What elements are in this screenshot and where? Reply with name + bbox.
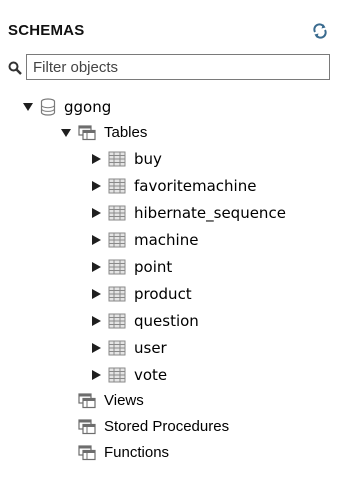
- folder-icon: [78, 393, 96, 409]
- refresh-icon[interactable]: [312, 23, 328, 39]
- table-name-label: question: [134, 312, 199, 330]
- table-item[interactable]: question: [90, 308, 199, 334]
- views-label: Views: [104, 392, 144, 409]
- collapsed-arrow-icon[interactable]: [90, 369, 102, 381]
- table-name-label: vote: [134, 366, 168, 384]
- collapsed-arrow-icon[interactable]: [90, 234, 102, 246]
- tree-item-functions[interactable]: Functions: [78, 440, 169, 466]
- table-item[interactable]: point: [90, 254, 172, 280]
- collapsed-arrow-icon[interactable]: [90, 180, 102, 192]
- table-icon: [108, 313, 126, 329]
- table-item[interactable]: buy: [90, 146, 162, 172]
- schemas-panel: SCHEMAS ggong: [0, 0, 340, 498]
- table-name-label: product: [134, 285, 192, 303]
- tree-item-views[interactable]: Views: [78, 388, 144, 414]
- collapsed-arrow-icon[interactable]: [90, 153, 102, 165]
- table-name-label: buy: [134, 150, 162, 168]
- schema-name-label: ggong: [64, 98, 112, 116]
- table-name-label: favoritemachine: [134, 177, 257, 195]
- collapsed-arrow-icon[interactable]: [90, 315, 102, 327]
- collapsed-arrow-icon[interactable]: [90, 207, 102, 219]
- table-icon: [108, 205, 126, 221]
- functions-label: Functions: [104, 444, 170, 461]
- table-item[interactable]: machine: [90, 227, 198, 253]
- expanded-arrow-icon[interactable]: [22, 101, 34, 113]
- tables-label: Tables: [104, 124, 148, 141]
- collapsed-arrow-icon[interactable]: [90, 288, 102, 300]
- tree-item-stored-procedures[interactable]: Stored Procedures: [78, 414, 229, 440]
- folder-icon: [78, 445, 96, 461]
- table-name-label: user: [134, 339, 167, 357]
- table-icon: [108, 367, 126, 383]
- table-icon: [108, 286, 126, 302]
- collapsed-arrow-icon[interactable]: [90, 342, 102, 354]
- tree-item-tables[interactable]: Tables: [60, 120, 147, 146]
- expanded-arrow-icon[interactable]: [60, 127, 72, 139]
- table-name-label: machine: [134, 231, 199, 249]
- table-item[interactable]: product: [90, 281, 192, 307]
- tree-item-schema-ggong[interactable]: ggong: [22, 94, 111, 120]
- table-icon: [108, 340, 126, 356]
- table-item[interactable]: favoritemachine: [90, 173, 256, 199]
- collapsed-arrow-icon[interactable]: [90, 261, 102, 273]
- table-item[interactable]: vote: [90, 362, 167, 388]
- schemas-header: SCHEMAS: [8, 22, 332, 44]
- folder-icon: [78, 419, 96, 435]
- search-icon: [8, 61, 22, 75]
- filter-objects-input[interactable]: [26, 54, 330, 80]
- table-icon: [108, 151, 126, 167]
- table-item[interactable]: hibernate_sequence: [90, 200, 286, 226]
- filter-row: [8, 54, 332, 82]
- table-icon: [108, 259, 126, 275]
- table-item[interactable]: user: [90, 335, 167, 361]
- table-name-label: hibernate_sequence: [134, 204, 286, 222]
- stored-procedures-label: Stored Procedures: [104, 418, 230, 435]
- folder-icon: [78, 125, 96, 141]
- schemas-title: SCHEMAS: [8, 22, 85, 39]
- table-icon: [108, 232, 126, 248]
- table-name-label: point: [134, 258, 173, 276]
- database-icon: [40, 98, 56, 116]
- table-icon: [108, 178, 126, 194]
